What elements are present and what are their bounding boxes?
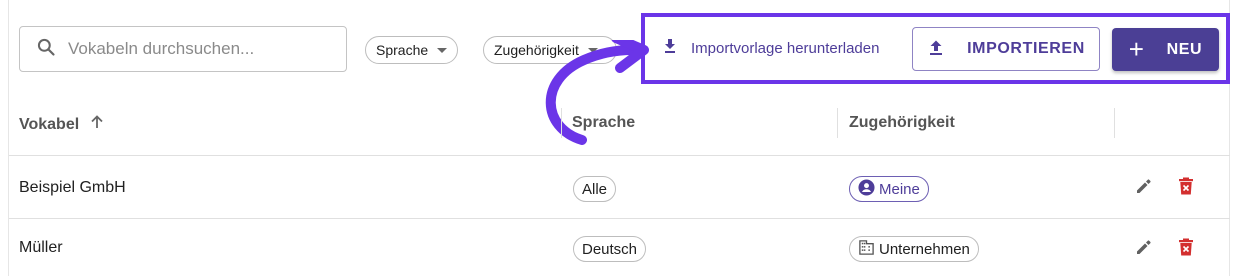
filter-sprache-label: Sprache (376, 42, 429, 58)
import-button[interactable]: IMPORTIEREN (912, 27, 1100, 71)
column-separator (1114, 108, 1115, 138)
delete-button[interactable] (1174, 176, 1198, 200)
column-header-zugehoerigkeit[interactable]: Zugehörigkeit (849, 114, 955, 132)
new-button[interactable]: + NEU (1112, 28, 1219, 71)
delete-icon (1176, 237, 1196, 262)
row-divider (9, 218, 1230, 219)
delete-icon (1176, 176, 1196, 201)
filter-zugehoerigkeit[interactable]: Zugehörigkeit (483, 36, 617, 64)
column-header-sprache[interactable]: Sprache (572, 114, 635, 132)
sprache-chip-label: Alle (582, 180, 608, 198)
row-divider (9, 155, 1230, 156)
upload-icon (927, 38, 967, 61)
sprache-chip: Alle (573, 176, 617, 202)
column-header-vokabel[interactable]: Vokabel (19, 114, 105, 135)
search-field[interactable] (19, 26, 347, 72)
delete-button[interactable] (1174, 237, 1198, 261)
sprache-chip-label: Deutsch (582, 240, 638, 258)
filter-sprache[interactable]: Sprache (365, 36, 459, 64)
table-row-vokabel: Müller (19, 239, 63, 256)
pencil-icon (1134, 176, 1154, 201)
pencil-icon (1134, 237, 1154, 262)
new-label: NEU (1166, 40, 1203, 58)
plus-icon: + (1128, 33, 1145, 64)
download-icon (662, 38, 691, 58)
caret-down-icon (587, 47, 598, 53)
download-template-button[interactable]: Importvorlage herunterladen (662, 36, 879, 60)
arrow-up-icon (79, 114, 105, 135)
building-icon (858, 239, 879, 260)
filter-zugehoerigkeit-label: Zugehörigkeit (494, 42, 579, 58)
zugehoerigkeit-chip: Meine (849, 176, 929, 202)
sprache-chip: Deutsch (573, 236, 647, 262)
zugehoerigkeit-chip-label: Unternehmen (879, 240, 970, 258)
search-input[interactable] (68, 39, 338, 59)
column-separator (561, 108, 562, 138)
person-icon (858, 178, 879, 200)
column-separator (837, 108, 838, 138)
search-icon (36, 37, 56, 62)
zugehoerigkeit-chip: Unternehmen (849, 236, 979, 262)
table-row-vokabel: Beispiel GmbH (19, 179, 126, 196)
caret-down-icon (437, 47, 448, 53)
column-header-vokabel-label: Vokabel (19, 115, 80, 133)
edit-button[interactable] (1132, 237, 1156, 261)
column-header-zugehoerigkeit-label: Zugehörigkeit (849, 114, 955, 131)
zugehoerigkeit-chip-label: Meine (879, 180, 920, 198)
download-template-label: Importvorlage herunterladen (691, 39, 880, 57)
column-header-sprache-label: Sprache (572, 114, 636, 131)
import-label: IMPORTIEREN (967, 40, 1085, 57)
edit-button[interactable] (1132, 176, 1156, 200)
